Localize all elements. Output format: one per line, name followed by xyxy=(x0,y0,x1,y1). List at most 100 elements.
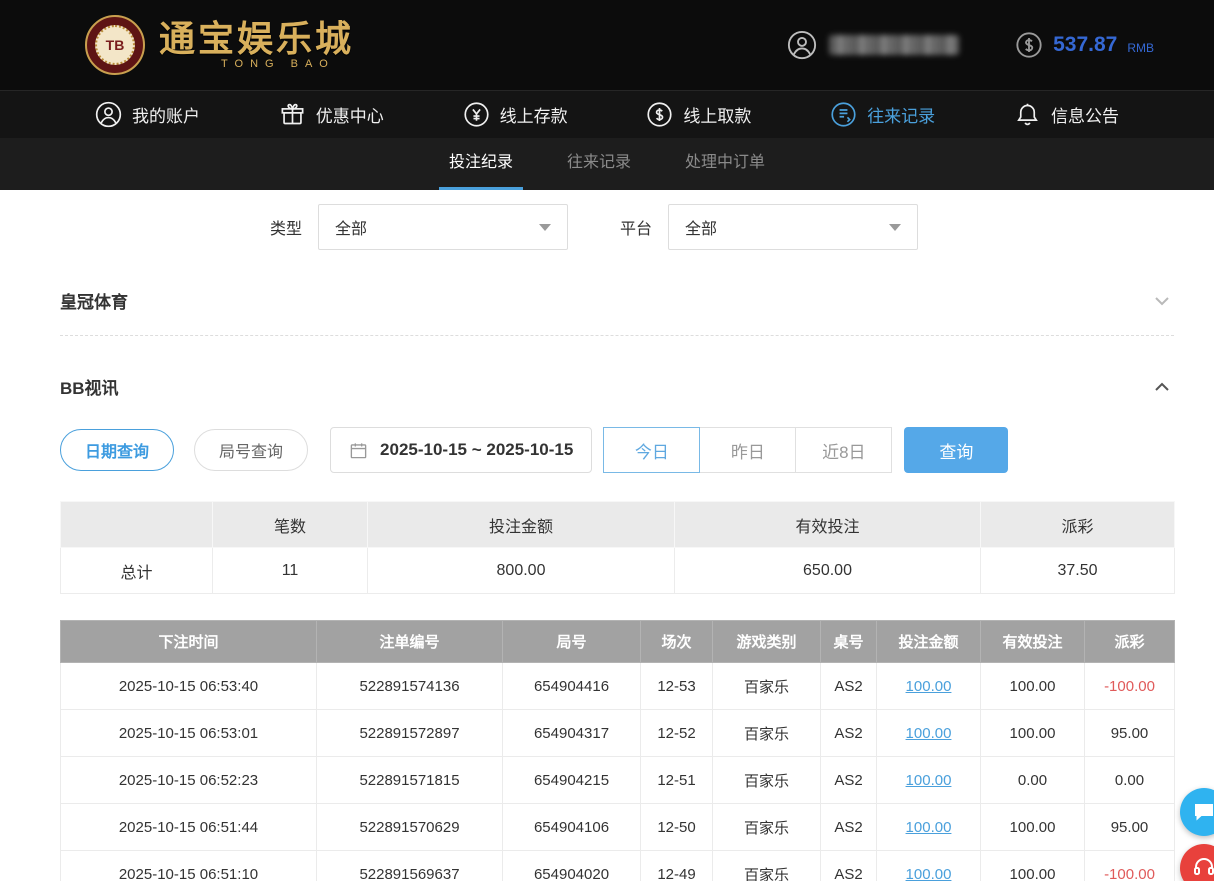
logo-chip-text: TB xyxy=(95,25,135,65)
bet-records-table: 下注时间 注单编号 局号 场次 游戏类别 桌号 投注金额 有效投注 派彩 202… xyxy=(60,620,1175,881)
cell-valid-bet: 100.00 xyxy=(981,851,1085,881)
cell-table: AS2 xyxy=(821,804,877,851)
gift-icon xyxy=(279,101,306,128)
bet-amount-link[interactable]: 100.00 xyxy=(906,819,952,836)
cell-time: 2025-10-15 06:53:01 xyxy=(61,710,317,757)
summary-header-payout: 派彩 xyxy=(981,502,1175,548)
nav-item-deposit[interactable]: 线上存款 xyxy=(463,101,568,128)
bet-amount-link[interactable]: 100.00 xyxy=(906,866,952,881)
nav-item-my-account[interactable]: 我的账户 xyxy=(95,101,200,128)
headset-icon xyxy=(1192,856,1214,880)
summary-total-row: 总计 11 800.00 650.00 37.50 xyxy=(61,548,1175,594)
cell-bet-id: 522891571815 xyxy=(317,757,503,804)
platform-dropdown[interactable]: 全部 xyxy=(668,204,918,250)
cell-time: 2025-10-15 06:51:44 xyxy=(61,804,317,851)
bet-header-round: 局号 xyxy=(503,621,641,663)
cell-session: 12-49 xyxy=(641,851,713,881)
nav-item-label: 线上取款 xyxy=(683,102,751,127)
cell-time: 2025-10-15 06:51:10 xyxy=(61,851,317,881)
balance-currency: RMB xyxy=(1127,41,1154,55)
chevron-down-icon xyxy=(539,224,551,231)
section-title: 皇冠体育 xyxy=(60,288,128,313)
cell-payout: 0.00 xyxy=(1085,757,1175,804)
top-header: TB 通宝娱乐城 TONG BAO xyxy=(0,0,1214,90)
cell-table: AS2 xyxy=(821,663,877,710)
tab-transaction-records[interactable]: 往来记录 xyxy=(563,138,635,190)
cell-bet-id: 522891569637 xyxy=(317,851,503,881)
cell-bet-amount: 100.00 xyxy=(877,804,981,851)
quick-button-yesterday[interactable]: 昨日 xyxy=(699,427,796,473)
nav-item-promotions[interactable]: 优惠中心 xyxy=(279,101,384,128)
cell-game: 百家乐 xyxy=(713,663,821,710)
user-info[interactable] xyxy=(787,30,959,60)
table-row: 2025-10-15 06:53:40 522891574136 6549044… xyxy=(61,663,1175,710)
round-query-button[interactable]: 局号查询 xyxy=(194,429,308,471)
balance: 537.87 RMB xyxy=(1015,31,1154,59)
cell-bet-amount: 100.00 xyxy=(877,851,981,881)
tab-bet-records[interactable]: 投注纪录 xyxy=(445,138,517,190)
cell-table: AS2 xyxy=(821,851,877,881)
chat-bubble-icon xyxy=(1192,800,1214,824)
table-row: 2025-10-15 06:53:01 522891572897 6549043… xyxy=(61,710,1175,757)
bet-header-payout: 派彩 xyxy=(1085,621,1175,663)
summary-header-count: 笔数 xyxy=(213,502,368,548)
cell-game: 百家乐 xyxy=(713,804,821,851)
cell-bet-amount: 100.00 xyxy=(877,710,981,757)
main-content: 类型 全部 平台 全部 皇冠体育 BB视讯 xyxy=(0,204,1214,881)
cell-game: 百家乐 xyxy=(713,757,821,804)
section-bb-video[interactable]: BB视讯 xyxy=(60,374,1174,399)
quick-date-group: 今日 昨日 近8日 xyxy=(604,427,892,473)
tab-bar: 投注纪录 往来记录 处理中订单 xyxy=(0,138,1214,190)
chevron-up-icon[interactable] xyxy=(1150,375,1174,399)
query-bar: 日期查询 局号查询 2025-10-15 ~ 2025-10-15 今日 昨日 … xyxy=(60,427,1174,473)
nav-item-announcements[interactable]: 信息公告 xyxy=(1014,101,1119,128)
logo-subtitle: TONG BAO xyxy=(159,58,354,70)
withdraw-coin-icon xyxy=(646,101,673,128)
type-filter-label: 类型 xyxy=(270,215,302,239)
cell-table: AS2 xyxy=(821,710,877,757)
summary-total-valid-bet: 650.00 xyxy=(675,548,981,594)
summary-table: 笔数 投注金额 有效投注 派彩 总计 11 800.00 650.00 37.5… xyxy=(60,501,1175,594)
quick-button-today[interactable]: 今日 xyxy=(603,427,700,473)
bet-amount-link[interactable]: 100.00 xyxy=(906,678,952,695)
type-dropdown[interactable]: 全部 xyxy=(318,204,568,250)
quick-button-last-8-days[interactable]: 近8日 xyxy=(795,427,892,473)
logo: TB 通宝娱乐城 TONG BAO xyxy=(85,15,354,75)
search-button[interactable]: 查询 xyxy=(904,427,1008,473)
bet-header-session: 场次 xyxy=(641,621,713,663)
section-crown-sports[interactable]: 皇冠体育 xyxy=(60,288,1174,313)
main-nav: 我的账户 优惠中心 线上存款 xyxy=(0,90,1214,138)
tab-processing-orders[interactable]: 处理中订单 xyxy=(681,138,769,190)
nav-item-withdraw[interactable]: 线上取款 xyxy=(646,101,751,128)
cell-session: 12-50 xyxy=(641,804,713,851)
cell-bet-id: 522891574136 xyxy=(317,663,503,710)
nav-item-transaction-records[interactable]: 往来记录 xyxy=(830,101,935,128)
date-range-value: 2025-10-15 ~ 2025-10-15 xyxy=(380,440,573,460)
bet-amount-link[interactable]: 100.00 xyxy=(906,725,952,742)
bet-amount-link[interactable]: 100.00 xyxy=(906,772,952,789)
summary-total-bet-amount: 800.00 xyxy=(368,548,675,594)
calendar-icon xyxy=(349,441,368,460)
chevron-down-icon xyxy=(889,224,901,231)
logo-title: 通宝娱乐城 xyxy=(159,20,354,58)
deposit-coin-icon xyxy=(463,101,490,128)
bet-header-bet-id: 注单编号 xyxy=(317,621,503,663)
logo-text: 通宝娱乐城 TONG BAO xyxy=(159,20,354,70)
date-query-button[interactable]: 日期查询 xyxy=(60,429,174,471)
cell-valid-bet: 100.00 xyxy=(981,710,1085,757)
table-row: 2025-10-15 06:52:23 522891571815 6549042… xyxy=(61,757,1175,804)
dollar-coin-icon xyxy=(1015,31,1043,59)
chevron-down-icon[interactable] xyxy=(1150,289,1174,313)
cell-game: 百家乐 xyxy=(713,851,821,881)
section-divider xyxy=(60,335,1174,336)
table-row: 2025-10-15 06:51:10 522891569637 6549040… xyxy=(61,851,1175,881)
cell-round: 654904215 xyxy=(503,757,641,804)
table-row: 2025-10-15 06:51:44 522891570629 6549041… xyxy=(61,804,1175,851)
cell-session: 12-51 xyxy=(641,757,713,804)
summary-header-row: 笔数 投注金额 有效投注 派彩 xyxy=(61,502,1175,548)
summary-header-valid-bet: 有效投注 xyxy=(675,502,981,548)
bet-header-table: 桌号 xyxy=(821,621,877,663)
date-range-input[interactable]: 2025-10-15 ~ 2025-10-15 xyxy=(330,427,592,473)
cell-session: 12-53 xyxy=(641,663,713,710)
bet-table-header-row: 下注时间 注单编号 局号 场次 游戏类别 桌号 投注金额 有效投注 派彩 xyxy=(61,621,1175,663)
